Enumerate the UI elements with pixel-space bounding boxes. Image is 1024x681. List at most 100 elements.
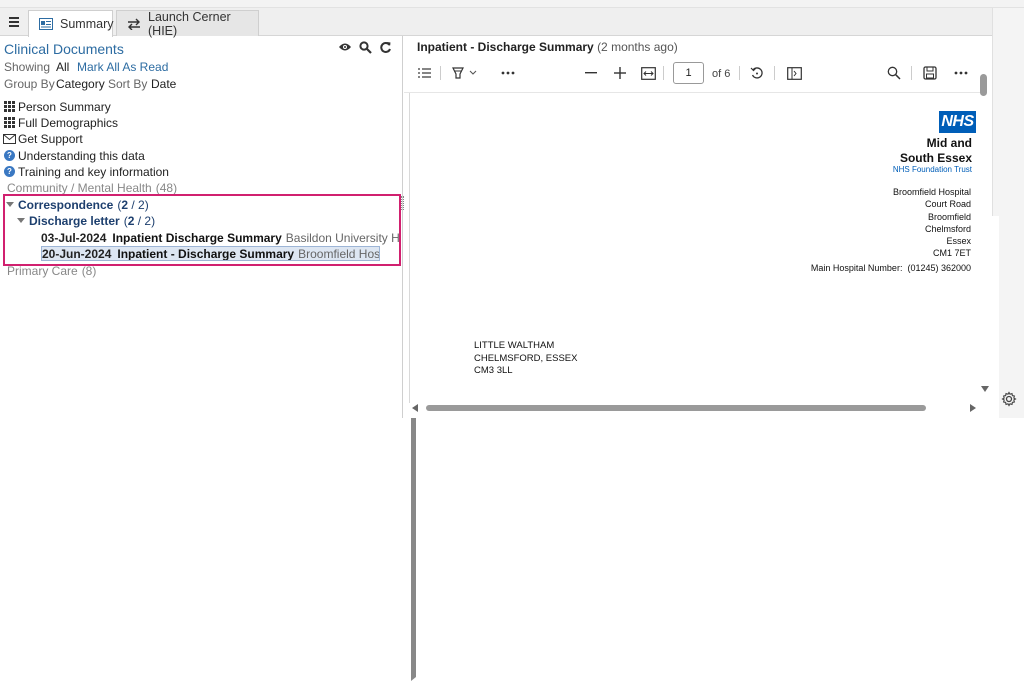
panel-title: Clinical Documents xyxy=(4,41,124,57)
recipient-line: CHELMSFORD, ESSEX xyxy=(474,352,578,364)
refresh-icon[interactable] xyxy=(378,40,392,54)
page-number-input[interactable]: 1 xyxy=(673,62,704,84)
recipient-address: LITTLE WALTHAM CHELMSFORD, ESSEX CM3 3LL xyxy=(474,340,577,378)
pdf-toolbar: 1 of 6 xyxy=(404,58,992,88)
save-icon[interactable] xyxy=(922,65,938,81)
recipient-line: CM3 3LL xyxy=(474,365,513,376)
main-hospital-number: Main Hospital Number: (01245) 362000 xyxy=(810,263,971,273)
doc-title: Inpatient Discharge Summary xyxy=(112,230,282,245)
search-icon[interactable] xyxy=(358,40,372,54)
more-options-icon[interactable] xyxy=(953,65,969,81)
hamburger-icon xyxy=(9,17,19,19)
top-strip xyxy=(0,0,1024,8)
more-tools-icon[interactable] xyxy=(500,65,516,81)
nav-understanding-data[interactable]: ? Understanding this data xyxy=(3,148,145,163)
tree-count-unread: 2 xyxy=(121,197,129,212)
tab-launch-cerner[interactable]: Launch Cerner (HIE) xyxy=(116,9,259,38)
summary-doc-icon xyxy=(39,18,53,30)
zoom-in-icon[interactable] xyxy=(612,65,628,81)
rotate-icon[interactable] xyxy=(749,65,765,81)
tree-discharge-letter[interactable]: Discharge letter ( 2 / 2) xyxy=(17,213,155,228)
document-row[interactable]: 03-Jul-2024 Inpatient Discharge Summary … xyxy=(41,230,399,245)
horizontal-scrollbar[interactable] xyxy=(412,403,980,413)
page-total: of 6 xyxy=(712,68,731,80)
document-page: NHS Mid and South Essex NHS Foundation T… xyxy=(410,93,980,403)
doc-title: Inpatient - Discharge Summary xyxy=(117,246,295,261)
nav-training-info[interactable]: ? Training and key information xyxy=(3,164,169,179)
find-search-icon[interactable] xyxy=(886,65,902,81)
showing-label: Showing xyxy=(4,60,51,74)
scroll-down-arrow-icon[interactable] xyxy=(981,386,989,392)
tree-count-total: / 2) xyxy=(128,197,149,212)
toolbar-separator xyxy=(440,66,441,80)
nav-person-summary[interactable]: Person Summary xyxy=(3,99,111,114)
showing-value[interactable]: All xyxy=(56,60,69,74)
scrollbar-thumb[interactable] xyxy=(980,74,987,96)
document-title: Inpatient - Discharge Summary xyxy=(417,40,594,54)
tree-correspondence[interactable]: Correspondence ( 2 / 2) xyxy=(6,197,149,212)
doc-date: 03-Jul-2024 xyxy=(41,230,107,245)
scroll-left-arrow-icon[interactable] xyxy=(412,404,418,412)
tree-count: (48) xyxy=(155,180,178,195)
help-icon: ? xyxy=(3,165,16,178)
tab-launch-cerner-label: Launch Cerner (HIE) xyxy=(148,9,231,38)
grid-icon xyxy=(3,116,16,129)
envelope-icon xyxy=(3,132,16,145)
address-line: Broomfield xyxy=(927,211,971,222)
document-row-selected[interactable]: 20-Jun-2024 Inpatient - Discharge Summar… xyxy=(41,246,380,261)
doc-site: Broomfield Hospital xyxy=(298,246,380,261)
trust-name-line1: Mid and xyxy=(926,136,972,150)
nav-full-demographics[interactable]: Full Demographics xyxy=(3,115,118,130)
address-line: CM1 7ET xyxy=(932,248,971,259)
group-by-value[interactable]: Category xyxy=(56,77,105,91)
clinical-documents-panel: Clinical Documents Showing All Mark All … xyxy=(0,36,999,681)
contents-list-icon[interactable] xyxy=(416,65,432,81)
menu-button[interactable] xyxy=(3,11,25,33)
trust-name: Mid and South Essex xyxy=(900,136,972,166)
eye-icon[interactable] xyxy=(338,40,352,54)
tree-community-mental-health[interactable]: Community / Mental Health (48) xyxy=(7,180,999,598)
tree-count-total: / 2) xyxy=(134,213,156,228)
panel-actions xyxy=(338,40,392,54)
mark-all-read-link[interactable]: Mark All As Read xyxy=(77,60,168,74)
toolbar-separator xyxy=(663,66,664,80)
highlighter-icon[interactable] xyxy=(450,65,466,81)
chevron-down-icon[interactable] xyxy=(468,65,478,81)
viewer-title: Inpatient - Discharge Summary (2 months … xyxy=(417,40,678,54)
tree-primary-care[interactable]: Primary Care (8) xyxy=(7,263,999,681)
sort-by-value[interactable]: Date xyxy=(151,77,176,91)
scrollbar-thumb[interactable] xyxy=(426,405,926,411)
trust-name-line2: South Essex xyxy=(899,151,972,165)
nav-label: Full Demographics xyxy=(18,115,119,130)
group-by-label: Group By xyxy=(4,77,55,91)
address-line: Broomfield Hospital xyxy=(892,187,971,197)
vertical-scrollbar[interactable] xyxy=(980,70,987,400)
collapse-arrow-icon xyxy=(6,202,14,207)
nav-label: Get Support xyxy=(18,131,83,146)
trust-subtitle: NHS Foundation Trust xyxy=(892,165,972,174)
grid-icon xyxy=(3,100,16,113)
nav-label: Training and key information xyxy=(18,164,169,179)
doc-site: Basildon University Hospital xyxy=(285,230,399,245)
collapse-arrow-icon xyxy=(17,218,25,223)
tree-label: Discharge letter xyxy=(29,213,120,228)
swap-arrows-icon xyxy=(127,18,141,30)
zoom-out-icon[interactable] xyxy=(583,65,599,81)
tree-label: Community / Mental Health xyxy=(7,180,152,195)
toolbar-separator xyxy=(774,66,775,80)
gear-icon[interactable] xyxy=(1001,391,1017,407)
scroll-right-arrow-icon[interactable] xyxy=(970,404,976,412)
tree-label: Correspondence xyxy=(18,197,114,212)
nav-label: Person Summary xyxy=(18,99,111,114)
tab-bar: Summary Launch Cerner (HIE) xyxy=(0,8,992,38)
fit-width-icon[interactable] xyxy=(640,65,656,81)
address-line: Essex xyxy=(946,236,971,247)
toolbar-separator xyxy=(739,66,740,80)
nav-get-support[interactable]: Get Support xyxy=(3,131,83,146)
tab-summary[interactable]: Summary xyxy=(28,10,113,37)
address-line: Court Road xyxy=(924,199,971,210)
document-canvas: NHS Mid and South Essex NHS Foundation T… xyxy=(404,92,984,403)
page-view-icon[interactable] xyxy=(786,65,802,81)
hospital-address: Broomfield Hospital Court Road Broomfiel… xyxy=(893,186,971,260)
help-icon: ? xyxy=(3,149,16,162)
